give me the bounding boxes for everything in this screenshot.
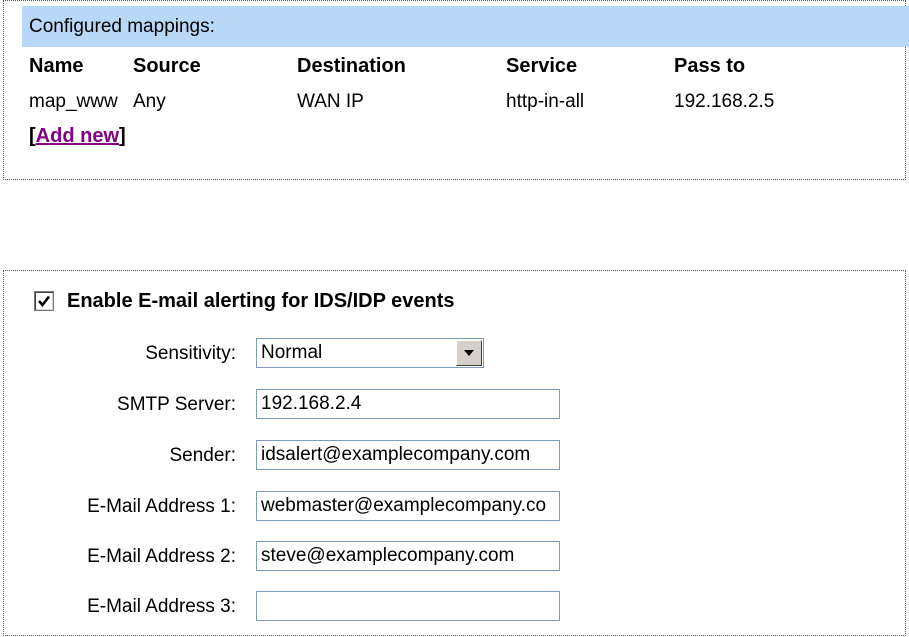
email-address-2-input[interactable]: steve@examplecompany.com — [256, 541, 560, 571]
mapping-source-cell: Any — [133, 91, 166, 112]
smtp-server-row: SMTP Server: 192.168.2.4 — [4, 389, 904, 421]
sender-input[interactable]: idsalert@examplecompany.com — [256, 440, 560, 470]
email-address-1-label: E-Mail Address 1: — [87, 496, 236, 517]
mapping-service-cell: http-in-all — [506, 91, 585, 112]
mappings-header: Configured mappings: — [22, 6, 909, 47]
email-address-2-row: E-Mail Address 2: steve@examplecompany.c… — [4, 541, 904, 573]
mapping-pass-to-cell: 192.168.2.5 — [674, 91, 775, 112]
column-header-name: Name — [29, 55, 84, 77]
column-header-service: Service — [506, 55, 578, 77]
email-address-1-row: E-Mail Address 1: webmaster@examplecompa… — [4, 491, 904, 523]
mapping-name-cell: map_www — [29, 91, 118, 112]
column-header-source: Source — [133, 55, 201, 77]
enable-alerting-row: Enable E-mail alerting for IDS/IDP event… — [34, 289, 455, 313]
sensitivity-label: Sensitivity: — [145, 343, 236, 364]
email-address-3-label: E-Mail Address 3: — [87, 596, 236, 617]
add-new-link[interactable]: Add new — [36, 125, 119, 147]
dropdown-button[interactable] — [456, 340, 482, 366]
column-header-destination: Destination — [297, 55, 406, 77]
add-new-wrapper: [Add new] — [29, 125, 126, 147]
sender-label: Sender: — [169, 445, 236, 466]
sensitivity-row: Sensitivity: Normal — [4, 338, 904, 370]
configured-mappings-panel: Configured mappings: Name Source Destina… — [3, 0, 909, 180]
chevron-down-icon — [464, 350, 474, 356]
enable-alerting-checkbox[interactable] — [34, 291, 54, 311]
checkmark-icon — [38, 295, 51, 308]
smtp-server-input[interactable]: 192.168.2.4 — [256, 389, 560, 419]
email-address-3-row: E-Mail Address 3: — [4, 591, 904, 623]
email-address-2-label: E-Mail Address 2: — [87, 546, 236, 567]
email-address-1-input[interactable]: webmaster@examplecompany.co — [256, 491, 560, 521]
mapping-destination-cell: WAN IP — [297, 91, 364, 112]
sender-row: Sender: idsalert@examplecompany.com — [4, 440, 904, 472]
email-address-3-input[interactable] — [256, 591, 560, 621]
email-alerting-panel: Enable E-mail alerting for IDS/IDP event… — [3, 270, 906, 636]
enable-alerting-label: Enable E-mail alerting for IDS/IDP event… — [67, 289, 455, 312]
column-header-pass-to: Pass to — [674, 55, 746, 77]
smtp-server-label: SMTP Server: — [117, 394, 236, 415]
sensitivity-value: Normal — [261, 342, 323, 363]
sensitivity-select[interactable]: Normal — [256, 338, 484, 368]
